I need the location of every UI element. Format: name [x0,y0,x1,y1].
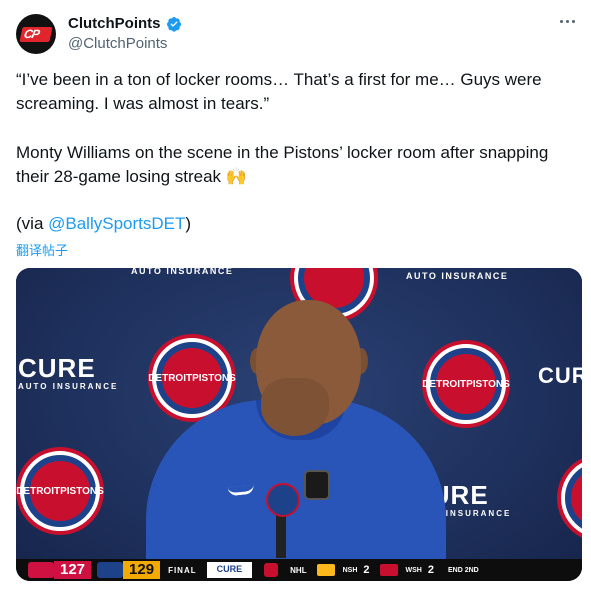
score-ticker: 127 129 FINAL CURE NHL NSH 2 WSH 2 END 2… [16,559,582,581]
cure-text: CURE [18,353,96,383]
author-name[interactable]: ClutchPoints [68,15,161,32]
clutchpoints-logo-icon: CP [19,27,53,42]
raising-hands-emoji: 🙌 [225,167,247,186]
mention-link[interactable]: @BallySportsDET [48,214,185,233]
microphone-stand [276,512,286,558]
backdrop-auto-insurance-top: AUTO INSURANCE [131,268,234,276]
predators-logo-icon [316,564,335,576]
capitals-logo-icon [379,564,398,576]
avatar-text: CP [22,27,41,41]
raptors-logo-icon [28,562,54,578]
cure-subtext: AUTO INSURANCE [18,382,119,391]
verified-badge-icon [167,17,181,32]
author-handle[interactable]: @ClutchPoints [68,35,167,52]
backdrop-cure-left: CURE AUTO INSURANCE [18,353,118,391]
away-team: NSH [342,566,358,574]
via-suffix: ) [185,214,192,233]
speaker-hand [261,378,329,436]
game-status: FINAL [168,565,197,575]
team2-score: 129 [123,561,161,579]
backdrop-cure-far-right: CURE [538,363,582,389]
logo-text-bottom: PISTONS [60,485,104,497]
microphone-icon [266,483,300,517]
home-team: WSH [405,566,422,574]
logo-text-top: DETROIT [148,372,193,384]
pistons-logo-icon: DETROIT PISTONS [422,344,510,424]
pistons-logo-icon: DETROIT PISTONS [16,451,104,531]
tweet-via: (via @BallySportsDET) [16,212,576,236]
sponsor-badge: CURE [206,562,253,578]
network-logo-icon [264,563,279,577]
tweet-body: Monty Williams on the scene in the Pisto… [16,141,576,189]
period-status: END 2ND [447,566,479,574]
tweet-body-text: Monty Williams on the scene in the Pisto… [16,143,549,186]
away-score: 2 [363,564,370,576]
tweet-media-video[interactable]: AUTO INSURANCE AUTO INSURANCE CURE AUTO I… [16,268,582,581]
more-options-icon[interactable] [557,14,577,28]
logo-text-top: DETROIT [16,485,61,497]
tweet-quote: “I’ve been in a ton of locker rooms… Tha… [16,70,542,113]
backdrop-auto-insurance-right: AUTO INSURANCE [406,271,509,281]
via-prefix: (via [16,214,49,233]
cure-text: CURE [538,363,582,388]
team1: 127 [28,561,92,579]
team1-score: 127 [54,561,92,579]
team2: 129 [97,561,161,579]
smartwatch [304,470,330,500]
home-score: 2 [427,564,434,576]
league-label: NHL [290,565,307,575]
pistons-mini-logo-icon [97,562,124,578]
translate-post-link[interactable]: 翻译帖子 [16,240,68,259]
avatar[interactable]: CP [16,14,56,54]
logo-text-bottom: PISTONS [192,372,236,384]
pistons-logo-icon: DETROIT PISTONS [148,338,236,418]
logo-text-bottom: PISTONS [466,378,510,390]
logo-text-top: DETROIT [422,378,467,390]
